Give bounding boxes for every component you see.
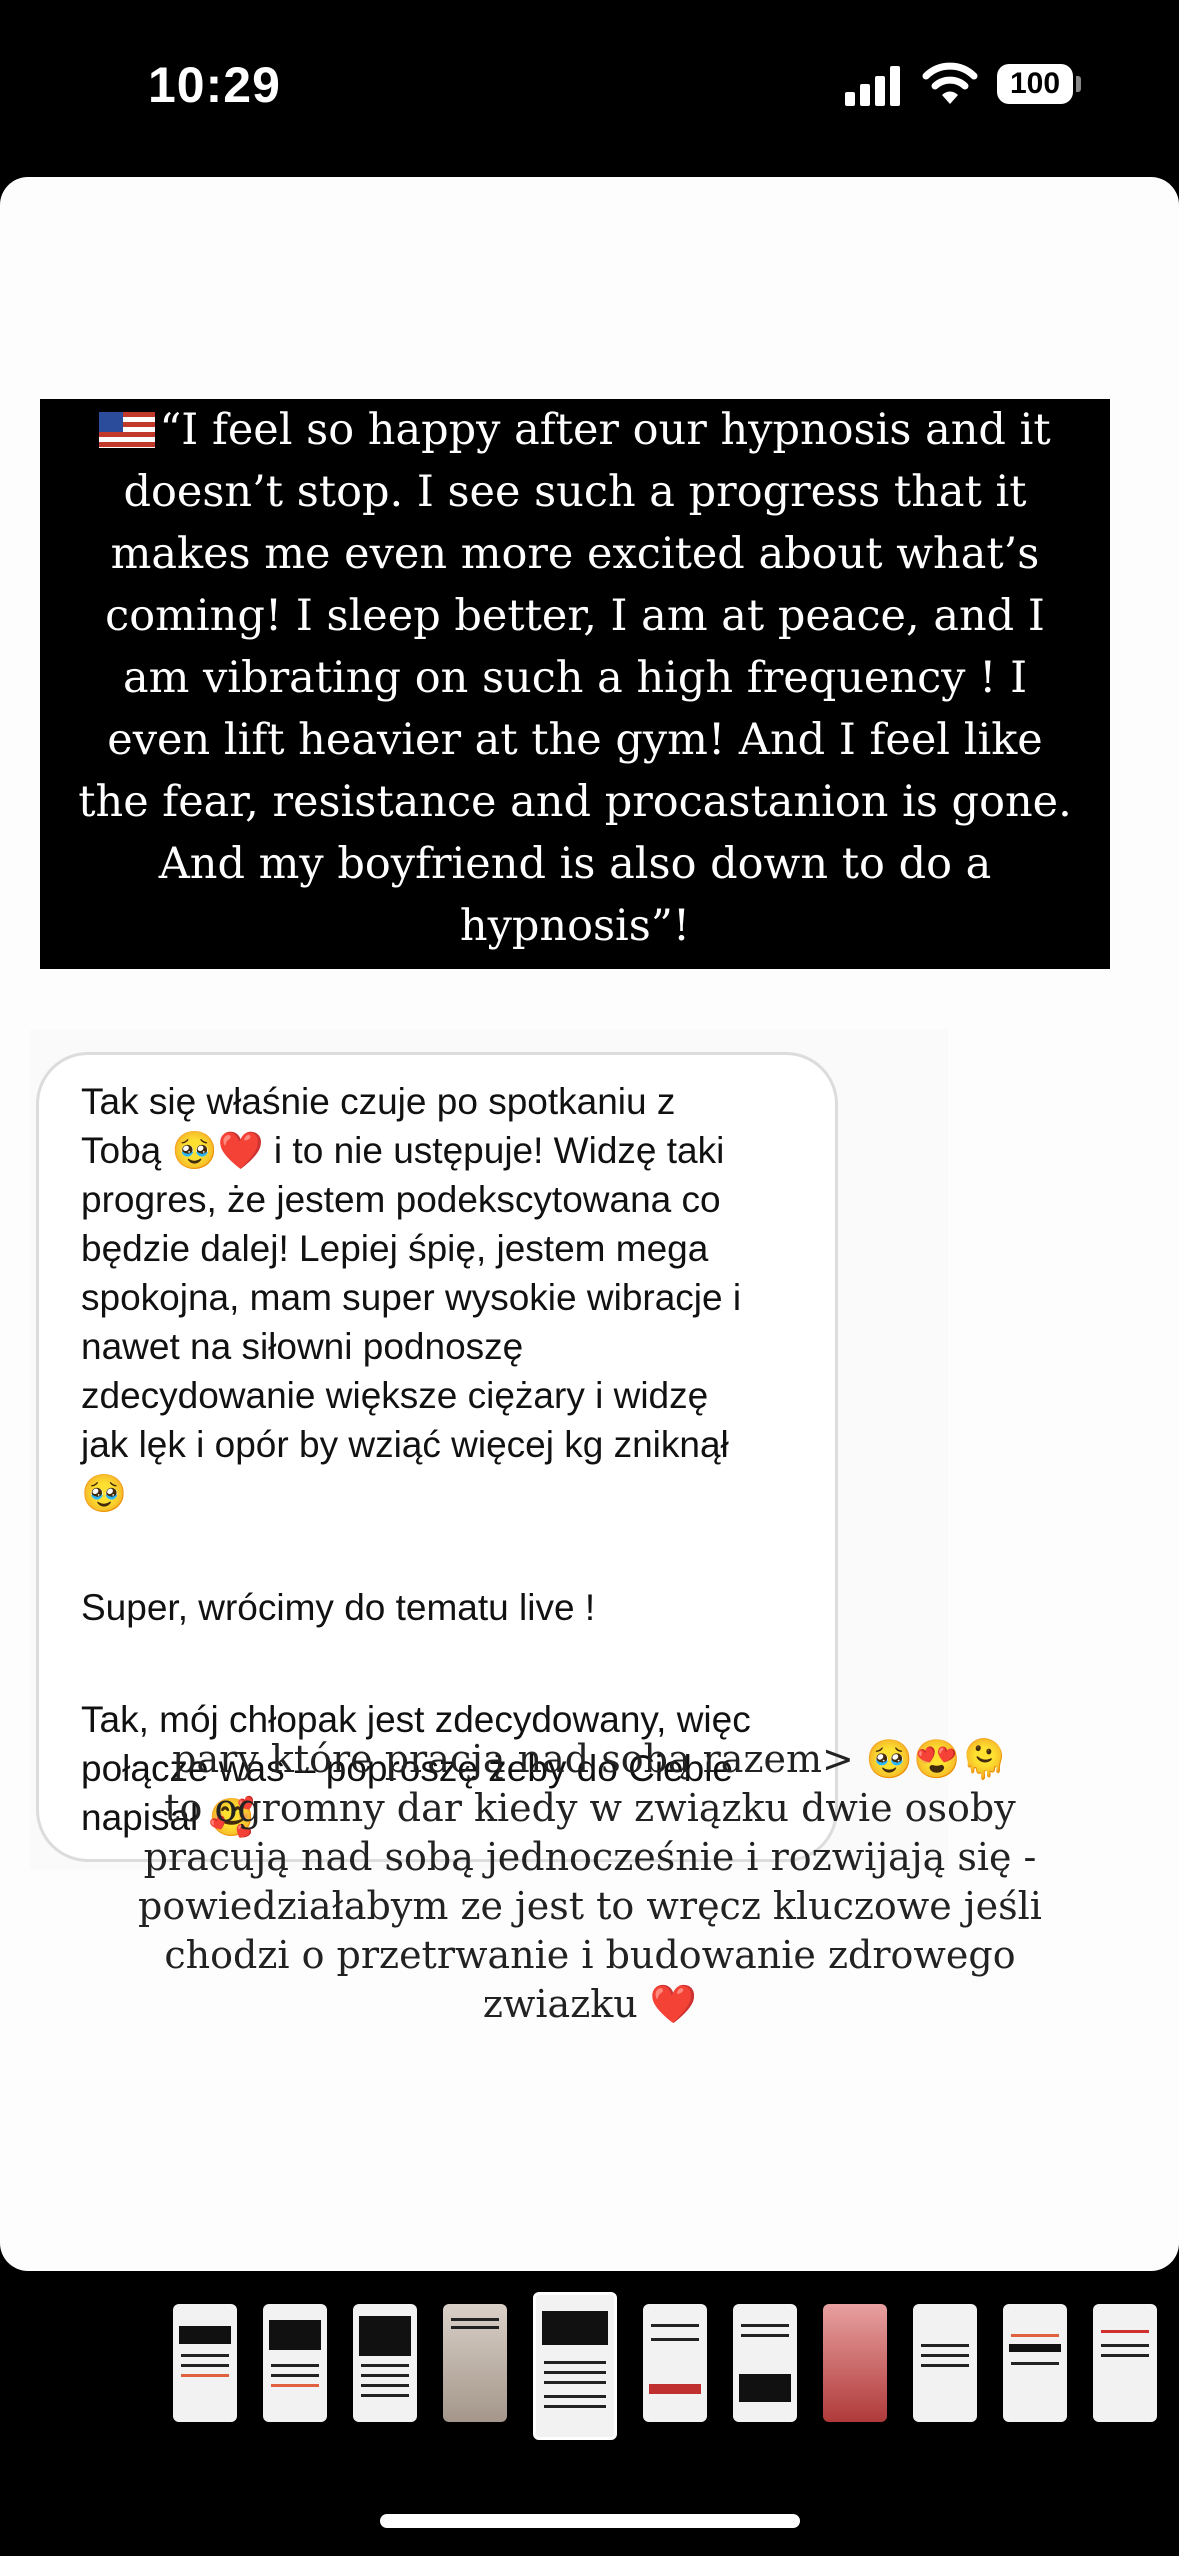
quote-line: makes me even more excited about what’s [110, 529, 1040, 579]
cellular-signal-icon [845, 66, 903, 106]
message-paragraph-1: Tak się właśnie czuje po spotkaniu z Tob… [81, 1081, 742, 1514]
wifi-icon [922, 62, 978, 104]
battery-tip-icon [1076, 76, 1081, 92]
story-thumbnail[interactable] [1003, 2304, 1067, 2422]
story-thumbnail[interactable] [733, 2304, 797, 2422]
story-thumbnail[interactable] [913, 2304, 977, 2422]
story-thumbnail[interactable] [1093, 2304, 1157, 2422]
quote-line: “I feel so happy after our hypnosis and … [58, 399, 1092, 461]
caption-line: powiedziałabym ze jest to wręcz kluczowe… [138, 1884, 1042, 1928]
story-thumbnail[interactable] [263, 2304, 327, 2422]
story-thumbnail[interactable] [823, 2304, 887, 2422]
story-thumbnail-active[interactable] [533, 2292, 617, 2440]
story-thumbnail-strip [0, 2280, 1179, 2460]
caption-line: pracują nad sobą jednocześnie i rozwijaj… [143, 1835, 1037, 1879]
story-caption: pary które pracją nad sobą razem> 🥹😍🫠 to… [110, 1735, 1070, 2029]
story-thumbnail[interactable] [443, 2304, 507, 2422]
us-flag-icon [99, 412, 156, 448]
status-bar: 10:29 100 [0, 0, 1179, 170]
status-time: 10:29 [148, 57, 281, 113]
story-thumbnail[interactable] [643, 2304, 707, 2422]
home-indicator[interactable] [380, 2514, 800, 2528]
quote-line: even lift heavier at the gym! And I feel… [107, 715, 1043, 765]
quote-line: coming! I sleep better, I am at peace, a… [105, 591, 1045, 641]
quote-line: am vibrating on such a high frequency ! … [122, 653, 1028, 703]
story-thumbnail[interactable] [353, 2304, 417, 2422]
message-paragraph-2: Super, wrócimy do tematu live ! [81, 1587, 596, 1628]
english-quote-block: “I feel so happy after our hypnosis and … [40, 399, 1110, 969]
story-thumbnail[interactable] [173, 2304, 237, 2422]
caption-line: pary które pracją nad sobą razem> 🥹😍🫠 [172, 1737, 1008, 1781]
quote-line: hypnosis”! [459, 901, 691, 951]
caption-line: zwiazku ❤️ [482, 1982, 698, 2026]
quote-line: the fear, resistance and procastanion is… [78, 777, 1072, 827]
caption-line: chodzi o przetrwanie i budowanie zdroweg… [164, 1933, 1016, 1977]
quote-line: And my boyfriend is also down to do a [158, 839, 992, 889]
quote-line: doesn’t stop. I see such a progress that… [123, 467, 1027, 517]
caption-line: to ogromny dar kiedy w związku dwie osob… [164, 1786, 1016, 1830]
battery-indicator: 100 [997, 64, 1073, 104]
